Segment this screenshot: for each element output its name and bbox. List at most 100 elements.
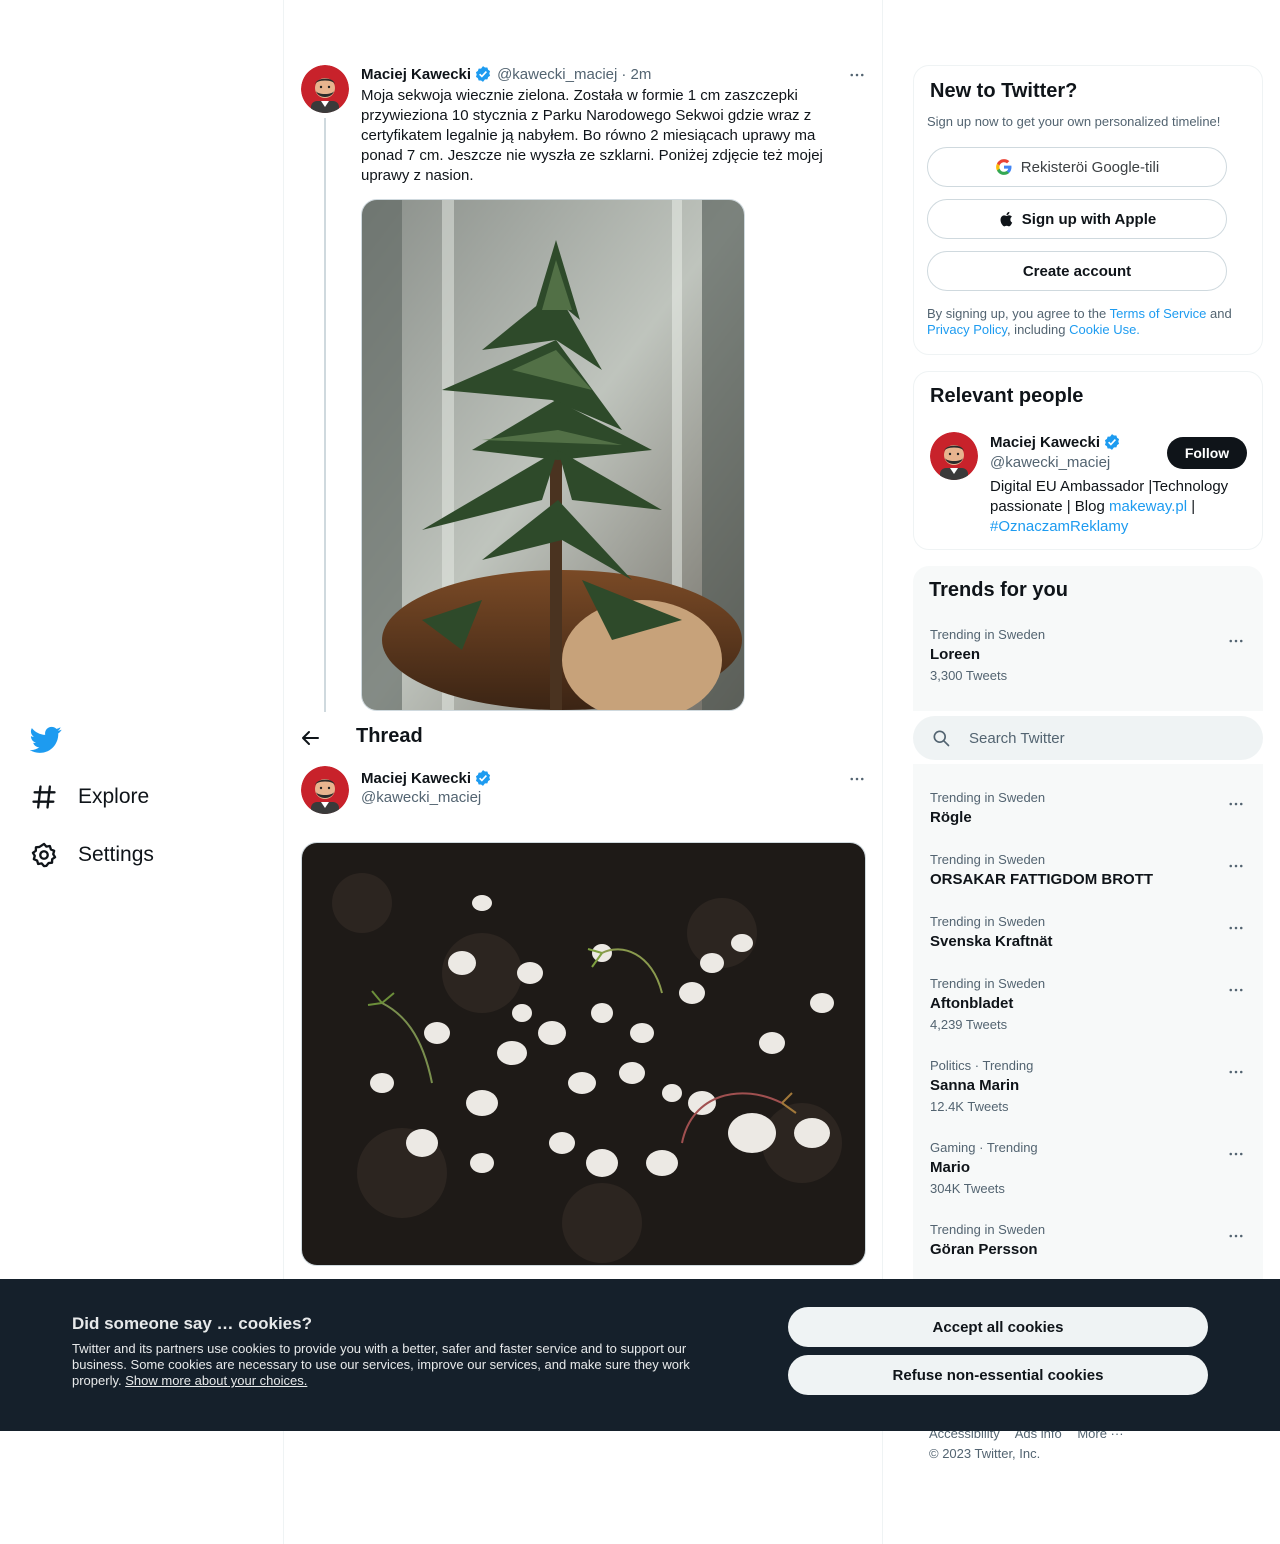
- more-icon[interactable]: [1226, 918, 1246, 938]
- search-bar[interactable]: [913, 716, 1263, 760]
- author-handle[interactable]: @kawecki_maciej: [361, 789, 481, 806]
- tweet-header: Maciej Kawecki: [361, 769, 492, 787]
- bio-link[interactable]: makeway.pl: [1109, 498, 1187, 515]
- signup-title: New to Twitter?: [930, 80, 1078, 102]
- trend-count: 4,239 Tweets: [930, 1017, 1008, 1032]
- terms-link[interactable]: Terms of Service: [1110, 306, 1207, 321]
- cookie-choices-link[interactable]: Show more about your choices.: [125, 1373, 307, 1388]
- avatar[interactable]: [301, 65, 349, 113]
- trend-name: Göran Persson: [930, 1241, 1038, 1258]
- bio-separator: |: [1187, 498, 1196, 515]
- more-icon[interactable]: [1226, 1144, 1246, 1164]
- avatar-image: [301, 766, 349, 814]
- privacy-link[interactable]: Privacy Policy: [927, 322, 1007, 337]
- trend-context: Trending in Sweden: [930, 914, 1046, 929]
- search-input[interactable]: [969, 726, 1239, 750]
- cookie-banner: Did someone say … cookies? Twitter and i…: [0, 1279, 1280, 1431]
- relevant-people-card: Relevant people Maciej Kawecki @kawecki_…: [913, 371, 1263, 550]
- avatar-image: [930, 432, 978, 480]
- nav-settings[interactable]: Settings: [30, 835, 154, 875]
- avatar[interactable]: [301, 766, 349, 814]
- signup-terms: By signing up, you agree to the Terms of…: [927, 306, 1257, 338]
- trend-context: Trending in Sweden: [930, 627, 1046, 642]
- signup-card: New to Twitter? Sign up now to get your …: [913, 65, 1263, 355]
- back-arrow-icon[interactable]: [298, 726, 322, 750]
- trend-name: Svenska Kraftnät: [930, 933, 1053, 950]
- trend-count: 304K Tweets: [930, 1181, 1005, 1196]
- bio-hashtag[interactable]: #OznaczamReklamy: [990, 518, 1128, 535]
- google-signup-label: Rekisteröi Google-tili: [1020, 158, 1160, 176]
- seedlings-image: [302, 843, 865, 1265]
- more-icon[interactable]: [1226, 794, 1246, 814]
- search-icon: [933, 730, 950, 747]
- trends-list: Trending in Sweden Rögle Trending in Swe…: [913, 764, 1263, 1284]
- trend-name: Loreen: [930, 646, 981, 663]
- twitter-logo-icon[interactable]: [29, 723, 62, 755]
- trends-title: Trends for you: [929, 579, 1068, 601]
- author-name[interactable]: Maciej Kawecki: [361, 770, 471, 787]
- relevant-title: Relevant people: [930, 385, 1084, 407]
- more-icon[interactable]: [1226, 856, 1246, 876]
- trend-count: 3,300 Tweets: [930, 668, 1008, 683]
- trend-context: Trending in Sweden: [930, 976, 1046, 991]
- hashtag-icon: [32, 785, 56, 809]
- gear-icon: [31, 842, 57, 868]
- trend-name: Mario: [930, 1159, 971, 1176]
- trend-name: Sanna Marin: [930, 1077, 1020, 1094]
- avatar[interactable]: [930, 432, 978, 480]
- tweet-photo-seedlings[interactable]: [301, 842, 866, 1266]
- nav-explore[interactable]: Explore: [30, 777, 149, 817]
- relevant-name[interactable]: Maciej Kawecki: [990, 434, 1100, 451]
- more-icon[interactable]: [1226, 1226, 1246, 1246]
- avatar-image: [301, 65, 349, 113]
- relevant-handle[interactable]: @kawecki_maciej: [990, 454, 1110, 471]
- terms-prefix: By signing up, you agree to the: [927, 306, 1110, 321]
- trend-context: Politics · Trending: [930, 1058, 1034, 1073]
- relevant-name-row: Maciej Kawecki: [990, 433, 1121, 451]
- author-handle[interactable]: @kawecki_maciej: [497, 66, 617, 83]
- sequoia-image: [362, 200, 744, 710]
- apple-signup-button[interactable]: Sign up with Apple: [927, 199, 1227, 239]
- trend-context: Trending in Sweden: [930, 790, 1046, 805]
- more-icon[interactable]: [1226, 1062, 1246, 1082]
- refuse-cookies-button[interactable]: Refuse non-essential cookies: [788, 1355, 1208, 1395]
- accept-cookies-button[interactable]: Accept all cookies: [788, 1307, 1208, 1347]
- thread-title: Thread: [356, 725, 423, 747]
- verified-badge-icon: [476, 770, 491, 786]
- trend-name: ORSAKAR FATTIGDOM BROTT: [930, 871, 1154, 888]
- google-signup-button[interactable]: Rekisteröi Google-tili: [927, 147, 1227, 187]
- more-icon[interactable]: [1226, 980, 1246, 1000]
- trend-name: Aftonbladet: [930, 995, 1014, 1012]
- terms-and: and: [1206, 306, 1232, 321]
- tweet-text: Moja sekwoja wiecznie zielona. Została w…: [361, 87, 823, 184]
- trend-name: Rögle: [930, 809, 972, 826]
- tweet-header: Maciej Kawecki @kawecki_maciej · 2m: [361, 65, 651, 83]
- cookie-use-link[interactable]: Cookie Use.: [1069, 322, 1140, 337]
- follow-button[interactable]: Follow: [1167, 437, 1247, 469]
- terms-including: , including: [1006, 322, 1070, 337]
- more-icon[interactable]: [847, 769, 867, 789]
- trend-context: Trending in Sweden: [930, 852, 1046, 867]
- trend-context: Trending in Sweden: [930, 1222, 1046, 1237]
- copyright: © 2023 Twitter, Inc.: [929, 1446, 1041, 1461]
- trend-count: 12.4K Tweets: [930, 1099, 1009, 1114]
- google-icon: [995, 159, 1012, 175]
- tweet-photo-sequoia[interactable]: [361, 199, 745, 711]
- apple-icon: [1000, 211, 1012, 227]
- apple-signup-label: Sign up with Apple: [1021, 210, 1157, 228]
- cookie-body: Twitter and its partners use cookies to …: [72, 1341, 712, 1389]
- relevant-bio: Digital EU Ambassador |Technology passio…: [990, 477, 1250, 537]
- thread-connector: [324, 118, 326, 712]
- create-account-button[interactable]: Create account: [927, 251, 1227, 291]
- tweet-time[interactable]: · 2m: [621, 66, 651, 83]
- author-name[interactable]: Maciej Kawecki: [361, 66, 471, 83]
- trends-card: Trends for you Trending in Sweden Loreen…: [913, 566, 1263, 711]
- signup-subtitle: Sign up now to get your own personalized…: [927, 114, 1221, 129]
- cookie-title: Did someone say … cookies?: [72, 1314, 312, 1333]
- trend-context: Gaming · Trending: [930, 1140, 1038, 1155]
- nav-settings-label: Settings: [78, 843, 154, 866]
- nav-explore-label: Explore: [78, 785, 150, 808]
- create-account-label: Create account: [1022, 262, 1132, 280]
- more-icon[interactable]: [847, 65, 867, 85]
- more-icon[interactable]: [1226, 631, 1246, 651]
